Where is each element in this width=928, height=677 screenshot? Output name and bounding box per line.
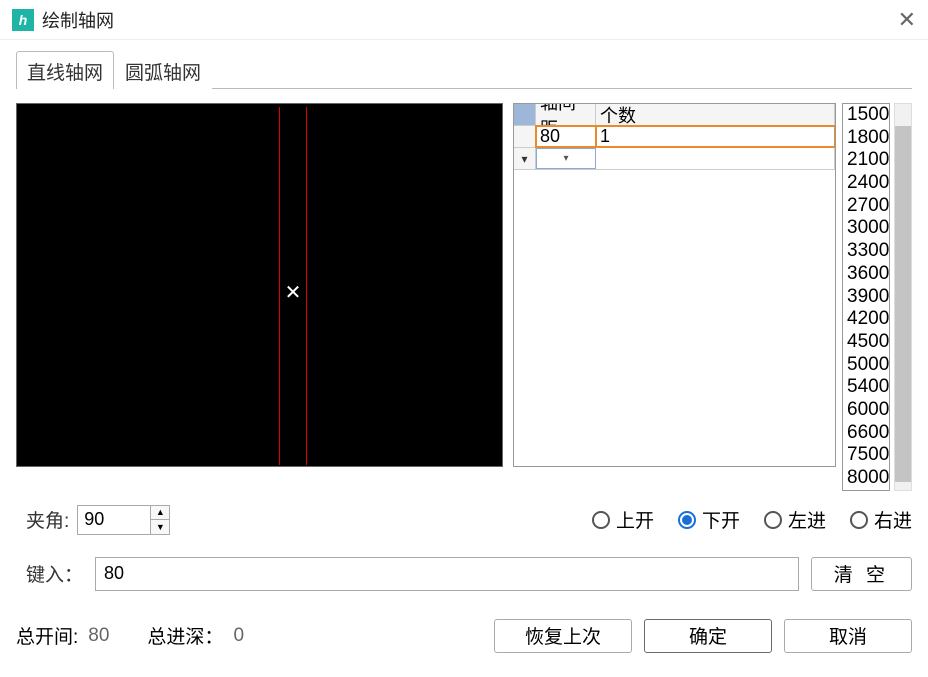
direction-radios: 上开 下开 左进 右进 bbox=[592, 506, 912, 533]
current-row-indicator-icon bbox=[514, 148, 536, 169]
list-item[interactable]: 6600 bbox=[843, 422, 889, 445]
clear-button[interactable]: 清 空 bbox=[811, 557, 912, 591]
axis-preview: ✕ bbox=[16, 103, 503, 467]
spinner-up-icon[interactable]: ▲ bbox=[151, 506, 169, 520]
list-item[interactable]: 3300 bbox=[843, 240, 889, 263]
radio-icon bbox=[850, 511, 868, 529]
list-item[interactable]: 4200 bbox=[843, 308, 889, 331]
spinner-down-icon[interactable]: ▼ bbox=[151, 520, 169, 534]
list-item[interactable]: 3000 bbox=[843, 217, 889, 240]
list-item[interactable]: 5000 bbox=[843, 354, 889, 377]
total-depth-value: 0 bbox=[233, 625, 244, 647]
list-item[interactable]: 6000 bbox=[843, 399, 889, 422]
list-item[interactable]: 3600 bbox=[843, 263, 889, 286]
row-selector-header[interactable] bbox=[514, 104, 536, 125]
table-header: 轴间距 个数 bbox=[514, 104, 835, 126]
radio-label: 上开 bbox=[616, 506, 654, 533]
scrollbar-thumb[interactable] bbox=[895, 126, 911, 482]
list-item[interactable]: 5400 bbox=[843, 376, 889, 399]
radio-label: 右进 bbox=[874, 506, 912, 533]
window-title: 绘制轴网 bbox=[42, 7, 114, 33]
list-item[interactable]: 4500 bbox=[843, 331, 889, 354]
tab-arc[interactable]: 圆弧轴网 bbox=[114, 51, 212, 89]
header-count: 个数 bbox=[596, 104, 835, 125]
keyin-input[interactable] bbox=[95, 557, 799, 591]
list-item[interactable]: 1500 bbox=[843, 104, 889, 127]
cell-count-empty[interactable] bbox=[596, 148, 835, 169]
spacing-table[interactable]: 轴间距 个数 80 1 bbox=[513, 103, 836, 467]
preview-axis-line bbox=[306, 107, 307, 465]
total-depth-label: 总进深： bbox=[147, 622, 223, 649]
keyin-label: 键入： bbox=[26, 560, 83, 587]
preset-scrollbar[interactable] bbox=[894, 103, 912, 491]
app-icon: h bbox=[12, 9, 34, 31]
total-span-stat: 总开间: 80 bbox=[16, 622, 109, 649]
radio-down[interactable]: 下开 bbox=[678, 506, 740, 533]
radio-right[interactable]: 右进 bbox=[850, 506, 912, 533]
total-span-value: 80 bbox=[88, 625, 109, 647]
preview-axis-line bbox=[279, 107, 280, 465]
angle-input[interactable] bbox=[78, 506, 150, 534]
list-item[interactable]: 3900 bbox=[843, 286, 889, 309]
radio-icon bbox=[764, 511, 782, 529]
header-spacing: 轴间距 bbox=[536, 104, 596, 125]
list-item[interactable]: 1800 bbox=[843, 127, 889, 150]
radio-icon bbox=[678, 511, 696, 529]
row-selector[interactable] bbox=[514, 126, 536, 147]
spacing-dropdown[interactable] bbox=[536, 148, 596, 169]
preview-origin-mark: ✕ bbox=[284, 284, 302, 302]
radio-icon bbox=[592, 511, 610, 529]
list-item[interactable]: 2700 bbox=[843, 195, 889, 218]
total-span-label: 总开间: bbox=[16, 622, 78, 649]
cancel-button[interactable]: 取消 bbox=[784, 619, 912, 653]
list-item[interactable]: 2100 bbox=[843, 149, 889, 172]
chevron-down-icon[interactable] bbox=[537, 149, 595, 168]
tab-bar: 直线轴网 圆弧轴网 bbox=[16, 50, 912, 89]
tab-linear[interactable]: 直线轴网 bbox=[16, 51, 114, 89]
radio-left[interactable]: 左进 bbox=[764, 506, 826, 533]
radio-up[interactable]: 上开 bbox=[592, 506, 654, 533]
cell-count[interactable]: 1 bbox=[596, 126, 835, 147]
radio-label: 左进 bbox=[788, 506, 826, 533]
total-depth-stat: 总进深： 0 bbox=[147, 622, 244, 649]
restore-button[interactable]: 恢复上次 bbox=[494, 619, 632, 653]
titlebar: h 绘制轴网 ✕ bbox=[0, 0, 928, 40]
list-item[interactable]: 7500 bbox=[843, 444, 889, 467]
table-new-row[interactable] bbox=[514, 148, 835, 170]
cell-spacing[interactable]: 80 bbox=[536, 126, 596, 147]
list-item[interactable]: 8000 bbox=[843, 467, 889, 490]
radio-label: 下开 bbox=[702, 506, 740, 533]
angle-label: 夹角: bbox=[26, 506, 69, 533]
angle-spinner[interactable]: ▲ ▼ bbox=[77, 505, 170, 535]
list-item[interactable]: 2400 bbox=[843, 172, 889, 195]
ok-button[interactable]: 确定 bbox=[644, 619, 772, 653]
preset-list[interactable]: 1500 1800 2100 2400 2700 3000 3300 3600 … bbox=[842, 103, 890, 491]
table-row[interactable]: 80 1 bbox=[514, 126, 835, 148]
close-icon[interactable]: ✕ bbox=[898, 7, 916, 33]
